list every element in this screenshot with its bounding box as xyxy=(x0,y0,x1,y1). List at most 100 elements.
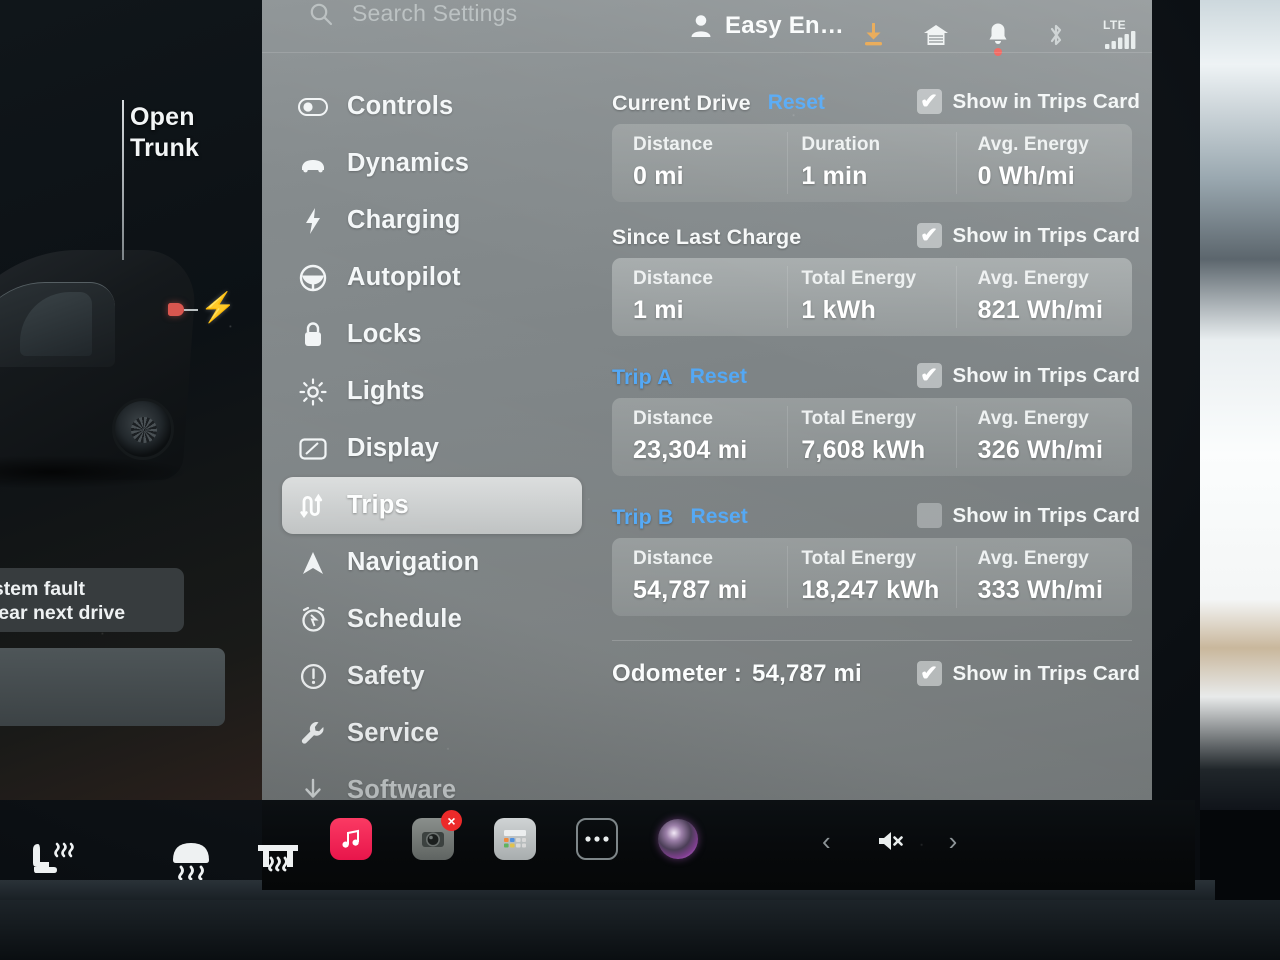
checkbox[interactable]: ✔ xyxy=(916,363,942,388)
open-trunk-label-line2: Trunk xyxy=(130,134,200,162)
metric-label: Distance xyxy=(633,268,714,289)
status-icon-tray: LTE xyxy=(862,18,1139,56)
dashcam-app-icon[interactable]: × xyxy=(412,810,462,860)
display-screen-icon xyxy=(298,437,328,460)
sidebar-item-navigation[interactable]: Navigation xyxy=(282,534,582,591)
volume-muted-icon[interactable] xyxy=(877,829,903,853)
sidebar-item-dynamics[interactable]: Dynamics xyxy=(282,135,582,192)
metric-value: 0 mi xyxy=(633,162,684,190)
show-in-trips-card-toggle[interactable]: ✔ Show in Trips Card xyxy=(916,89,1140,114)
system-fault-alert[interactable]: ystem fault clear next drive xyxy=(0,568,184,632)
software-update-download-icon[interactable] xyxy=(862,22,885,48)
front-defrost-icon[interactable] xyxy=(168,838,214,880)
checkbox[interactable]: ✔ xyxy=(916,89,942,114)
check-icon: ✔ xyxy=(920,364,938,387)
settings-topbar: Search Settings Easy En… LTE xyxy=(262,0,1152,62)
metric-value: 18,247 kWh xyxy=(801,576,940,604)
garage-home-icon[interactable] xyxy=(923,23,949,47)
section-title: Current Drive xyxy=(612,90,751,115)
car-render[interactable]: Open Trunk ⚡ xyxy=(0,0,262,640)
open-trunk-label-line1: Open xyxy=(130,103,195,131)
next-track-button[interactable]: › xyxy=(949,828,958,854)
sidebar-item-service[interactable]: Service xyxy=(282,705,582,762)
dashcam-error-badge: × xyxy=(441,810,462,831)
sidebar-item-autopilot[interactable]: Autopilot xyxy=(282,249,582,306)
camera-lens-icon[interactable] xyxy=(658,819,698,859)
bottom-app-bar: × ‹ › xyxy=(262,800,1195,890)
odometer-row: Odometer : 54,787 mi ✔ Show in Trips Car… xyxy=(612,649,1140,699)
music-app-icon[interactable] xyxy=(330,818,372,860)
section-header: Current Drive Reset ✔ Show in Trips Card xyxy=(612,86,1140,120)
trip-b-title[interactable]: Trip B xyxy=(612,505,674,530)
search-settings-field[interactable]: Search Settings xyxy=(308,0,517,27)
sidebar-item-safety[interactable]: Safety xyxy=(282,648,582,705)
show-in-trips-card-label: Show in Trips Card xyxy=(952,503,1140,527)
metric-total-energy: Total Energy 7,608 kWh xyxy=(787,398,955,476)
trip-a-title[interactable]: Trip A xyxy=(612,365,673,390)
metric-distance: Distance 1 mi xyxy=(612,258,787,336)
lightning-bolt-icon xyxy=(298,207,328,235)
metric-value: 1 min xyxy=(801,162,868,190)
car-front-icon xyxy=(298,155,328,173)
sidebar-item-charging[interactable]: Charging xyxy=(282,192,582,249)
car-shadow xyxy=(0,455,190,489)
trip-section-trip-b: Trip B Reset Show in Trips Card Distance… xyxy=(612,500,1140,616)
seat-heater-icon[interactable] xyxy=(24,838,78,880)
checkbox[interactable]: ✔ xyxy=(916,661,942,686)
rear-defrost-icon[interactable] xyxy=(254,838,302,880)
metric-distance: Distance 54,787 mi xyxy=(612,538,787,616)
sidebar-item-label: Locks xyxy=(347,320,422,348)
media-player-tile[interactable] xyxy=(0,648,225,726)
volume-controls: ‹ › xyxy=(822,828,957,854)
navigation-arrow-icon xyxy=(298,550,328,576)
show-in-trips-card-label: Show in Trips Card xyxy=(952,223,1140,247)
checkbox[interactable] xyxy=(916,503,942,528)
metric-label: Avg. Energy xyxy=(977,268,1089,289)
steering-wheel-icon xyxy=(298,264,328,292)
left-panel-toolbar xyxy=(0,730,262,800)
sidebar-item-lights[interactable]: Lights xyxy=(282,363,582,420)
driver-profile-button[interactable]: Easy En… xyxy=(690,12,844,40)
show-in-trips-card-toggle[interactable]: ✔ Show in Trips Card xyxy=(916,661,1140,686)
alert-line-1: ystem fault xyxy=(0,578,85,600)
calculator-app-icon[interactable] xyxy=(494,818,536,860)
more-apps-icon[interactable] xyxy=(576,818,618,860)
reset-button[interactable]: Reset xyxy=(768,91,825,115)
metric-card: Distance 23,304 mi Total Energy 7,608 kW… xyxy=(612,398,1132,476)
sidebar-item-schedule[interactable]: Schedule xyxy=(282,591,582,648)
sidebar-item-controls[interactable]: Controls xyxy=(282,78,582,135)
lte-signal-icon[interactable]: LTE xyxy=(1103,18,1139,50)
sidebar-item-label: Autopilot xyxy=(347,263,461,291)
metric-label: Avg. Energy xyxy=(977,408,1089,429)
prev-track-button[interactable]: ‹ xyxy=(822,828,831,854)
metric-label: Distance xyxy=(633,548,714,569)
sidebar-item-display[interactable]: Display xyxy=(282,420,582,477)
reset-button[interactable]: Reset xyxy=(690,365,747,389)
reset-button[interactable]: Reset xyxy=(691,505,748,529)
lcd-active-area: Open Trunk ⚡ ystem fault clear next driv… xyxy=(0,0,1195,890)
person-icon xyxy=(690,14,712,38)
charge-port-bolt-icon[interactable]: ⚡ xyxy=(200,294,236,323)
charge-port-indicator xyxy=(168,303,184,316)
odometer-label: Odometer : xyxy=(612,660,743,687)
tesla-touchscreen-photo: Open Trunk ⚡ ystem fault clear next driv… xyxy=(0,0,1280,960)
notification-bell-icon[interactable] xyxy=(987,22,1009,56)
metric-distance: Distance 0 mi xyxy=(612,124,787,202)
metric-value: 54,787 mi xyxy=(633,576,748,604)
bluetooth-icon[interactable] xyxy=(1047,22,1065,48)
metric-label: Total Energy xyxy=(801,408,917,429)
metric-label: Avg. Energy xyxy=(977,134,1089,155)
show-in-trips-card-toggle[interactable]: ✔ Show in Trips Card xyxy=(916,363,1140,388)
sidebar-item-locks[interactable]: Locks xyxy=(282,306,582,363)
trunk-leader-line xyxy=(122,100,124,260)
section-title: Since Last Charge xyxy=(612,224,802,249)
checkbox[interactable]: ✔ xyxy=(916,223,942,248)
check-icon: ✔ xyxy=(920,90,938,113)
sidebar-item-trips[interactable]: Trips xyxy=(282,477,582,534)
show-in-trips-card-toggle[interactable]: Show in Trips Card xyxy=(916,503,1140,528)
open-trunk-button[interactable]: Open Trunk xyxy=(130,102,199,164)
show-in-trips-card-toggle[interactable]: ✔ Show in Trips Card xyxy=(916,223,1140,248)
trips-content: Current Drive Reset ✔ Show in Trips Card… xyxy=(612,86,1140,699)
lock-icon xyxy=(298,321,328,348)
settings-panel: Search Settings Easy En… LTE Controls Dy… xyxy=(262,0,1152,806)
